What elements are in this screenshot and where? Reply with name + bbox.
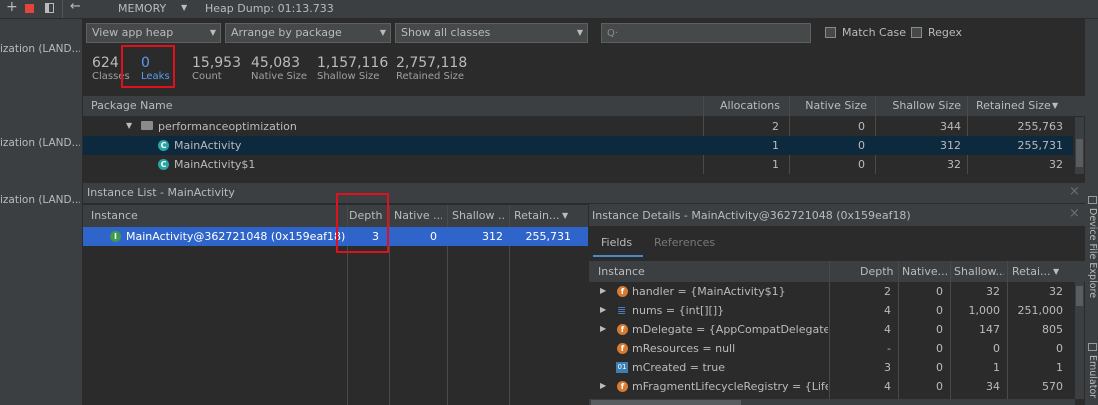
expand-arrow-icon[interactable]: ▶	[600, 305, 606, 314]
expand-arrow-icon[interactable]: ▶	[600, 286, 606, 295]
column-shallow-size[interactable]: Shallow Size	[877, 99, 961, 112]
details-hscrollbar[interactable]	[589, 399, 1075, 405]
expand-arrow-icon[interactable]: ▼	[126, 121, 132, 130]
instance-details-title: Instance Details - MainActivity@36272104…	[592, 209, 911, 222]
device-file-explorer-tab[interactable]: Device File Explorer	[1087, 208, 1098, 298]
stat-shallow-size: 1,157,116 Shallow Size	[317, 55, 389, 82]
column-native[interactable]: Native...	[902, 265, 948, 278]
column-shallow[interactable]: Shallow ...	[452, 209, 504, 222]
field-row[interactable]: ▶ f handler = {MainActivity$1} 2 0 32 32	[589, 282, 1075, 301]
stat-native-size: 45,083 Native Size	[251, 55, 308, 82]
chevron-down-icon: ▼	[209, 28, 216, 37]
session-item[interactable]: ization (LAND...	[0, 194, 80, 206]
column-retained[interactable]: Retain...	[514, 209, 560, 222]
session-item[interactable]: ization (LAND...	[0, 43, 80, 55]
field-icon: f	[617, 343, 628, 354]
tab-fields[interactable]: Fields	[601, 236, 632, 249]
instance-icon: I	[110, 231, 121, 242]
leaks-highlight-box	[121, 45, 175, 88]
field-row[interactable]: ▶ ≣ nums = {int[][]} 4 0 1,000 251,000	[589, 301, 1075, 320]
class-icon: C	[158, 140, 169, 151]
emulator-icon[interactable]	[1088, 343, 1097, 351]
class-table-scrollbar[interactable]	[1075, 117, 1084, 174]
back-arrow-icon[interactable]: ←	[70, 0, 81, 14]
search-input[interactable]: Q·	[601, 23, 811, 43]
column-shallow[interactable]: Shallow...	[954, 265, 1004, 278]
column-native[interactable]: Native ...	[394, 209, 442, 222]
table-row[interactable]: ▼ performanceoptimization 2 0 344 255,76…	[83, 117, 1073, 136]
match-case-label: Match Case	[842, 26, 906, 39]
class-filter-select[interactable]: Show all classes ▼	[395, 23, 588, 43]
top-toolbar: + ← MEMORY ▼ Heap Dump: 01:13.733	[0, 0, 1098, 19]
layout-icon[interactable]	[45, 3, 54, 13]
table-row[interactable]: C MainActivity 1 0 312 255,731	[83, 136, 1073, 155]
memory-profiler-title[interactable]: MEMORY	[118, 2, 166, 15]
regex-checkbox[interactable]	[911, 27, 922, 38]
emulator-tab[interactable]: Emulator	[1087, 355, 1098, 405]
column-instance[interactable]: Instance	[598, 265, 645, 278]
column-retained[interactable]: Retai...	[1012, 265, 1050, 278]
stat-retained-size: 2,757,118 Retained Size	[396, 55, 468, 82]
column-instance[interactable]: Instance	[91, 209, 138, 222]
chevron-down-icon[interactable]: ▼	[181, 3, 187, 12]
depth-highlight-box	[336, 193, 389, 253]
column-retained-size[interactable]: Retained Size	[976, 99, 1051, 112]
search-icon: Q·	[607, 28, 619, 39]
sort-desc-icon[interactable]: ▼	[562, 211, 568, 220]
expand-arrow-icon[interactable]: ▶	[600, 381, 606, 390]
sort-desc-icon[interactable]: ▼	[1052, 101, 1058, 110]
field-icon: f	[617, 381, 628, 392]
field-row[interactable]: 01 mCreated = true 3 0 1 1	[589, 358, 1075, 377]
session-sidebar: ization (LAND... ization (LAND... izatio…	[0, 19, 83, 405]
plus-icon[interactable]: +	[6, 0, 18, 15]
stat-count: 15,953 Count	[192, 55, 241, 82]
sort-desc-icon[interactable]: ▼	[1053, 267, 1059, 276]
heap-dump-label: Heap Dump: 01:13.733	[205, 2, 334, 15]
match-case-checkbox[interactable]	[825, 27, 836, 38]
field-row[interactable]: ▶ f mDelegate = {AppCompatDelegateIm 4 0 147 8…	[589, 320, 1075, 339]
stop-icon[interactable]	[25, 4, 34, 13]
chevron-down-icon: ▼	[379, 28, 386, 37]
field-icon: f	[617, 324, 628, 335]
field-row[interactable]: ▶fmFragmentLifecycleRegistry = {Lifecyc4…	[589, 377, 1075, 396]
class-icon: C	[158, 159, 169, 170]
close-icon[interactable]: ×	[1069, 184, 1080, 199]
tab-references[interactable]: References	[654, 236, 715, 249]
close-icon[interactable]: ×	[1069, 206, 1080, 221]
array-icon: ≣	[617, 304, 627, 317]
arrange-select[interactable]: Arrange by package ▼	[225, 23, 391, 43]
folder-icon	[141, 121, 153, 130]
session-item[interactable]: ization (LAND...	[0, 137, 80, 149]
expand-arrow-icon[interactable]: ▶	[600, 324, 606, 333]
details-scrollbar[interactable]	[1075, 282, 1084, 399]
boolean-icon: 01	[616, 362, 628, 373]
table-row[interactable]: C MainActivity$1 1 0 32 32	[83, 155, 1073, 174]
chevron-down-icon: ▼	[576, 28, 583, 37]
instance-list-title: Instance List - MainActivity	[87, 186, 235, 199]
details-table-header	[589, 261, 1085, 282]
regex-label: Regex	[928, 26, 962, 39]
column-allocations[interactable]: Allocations	[700, 99, 780, 112]
device-file-explorer-icon[interactable]	[1088, 196, 1097, 204]
field-icon: f	[617, 286, 628, 297]
field-row[interactable]: f mResources = null -0 0 0	[589, 339, 1075, 358]
column-native-size[interactable]: Native Size	[790, 99, 867, 112]
heap-select[interactable]: View app heap ▼	[86, 23, 221, 43]
column-package-name[interactable]: Package Name	[91, 99, 173, 112]
column-depth[interactable]: Depth	[860, 265, 894, 278]
